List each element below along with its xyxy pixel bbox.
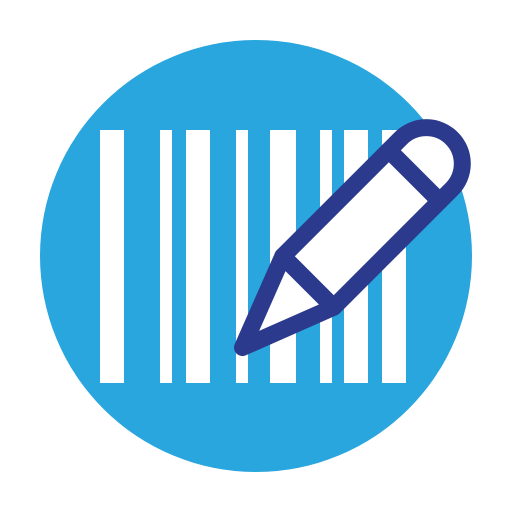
barcode-bar [100,130,124,383]
barcode-bar [160,130,172,383]
barcode-edit-icon-graphic [40,40,472,472]
barcode-edit-icon [0,0,512,512]
barcode-bar [186,130,210,383]
